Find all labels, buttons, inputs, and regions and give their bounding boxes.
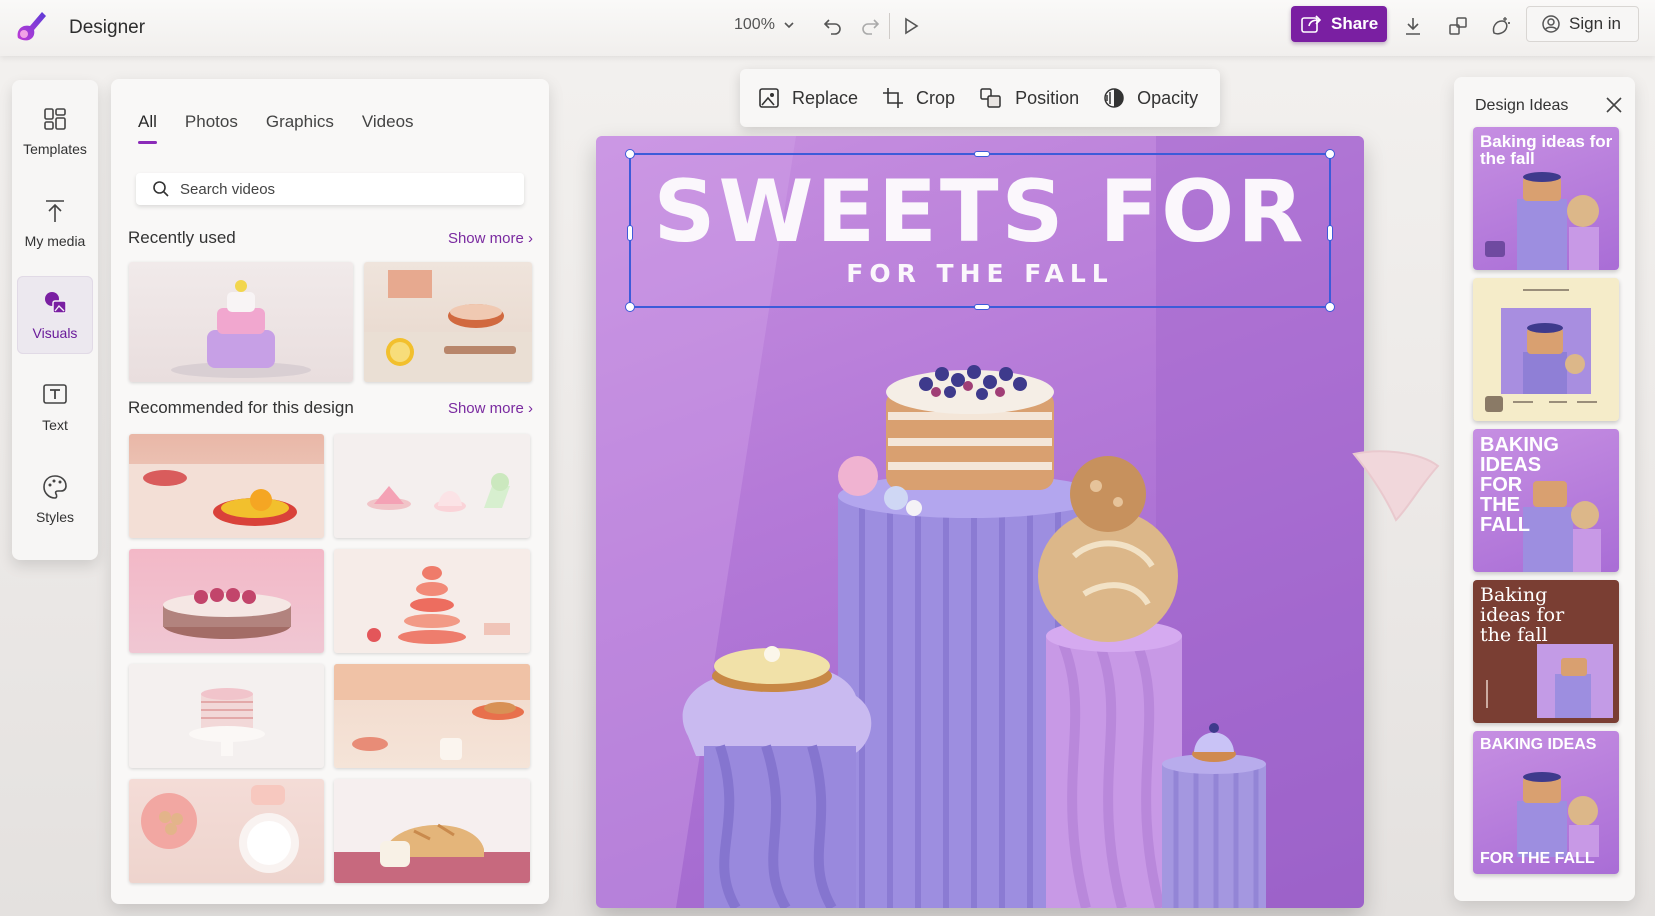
- zoom-value: 100%: [734, 16, 775, 33]
- resize-handle-top-right[interactable]: [1325, 149, 1335, 159]
- recommended-thumb-croissant[interactable]: [334, 664, 530, 768]
- chevron-down-icon: [784, 22, 794, 29]
- play-icon[interactable]: [898, 13, 924, 39]
- redo-icon[interactable]: [857, 13, 883, 39]
- recommended-thumb-layer-cake[interactable]: [129, 664, 324, 768]
- design-ideas-panel: Design Ideas Baking ideas for the fall B…: [1454, 77, 1635, 901]
- rail-item-my-media[interactable]: My media: [17, 184, 93, 262]
- recent-thumb-kitchen[interactable]: [364, 262, 532, 382]
- recent-thumb-cake[interactable]: [129, 262, 353, 382]
- magic-icon[interactable]: [1488, 13, 1514, 39]
- design-idea-card-1[interactable]: Baking ideas for the fall: [1473, 127, 1619, 270]
- design-idea-card-4[interactable]: Baking ideas for the fall: [1473, 580, 1619, 723]
- rail-label-text: Text: [42, 417, 68, 433]
- resize-handle-bottom-right[interactable]: [1325, 302, 1335, 312]
- search-icon: [153, 181, 169, 197]
- rail-label-my-media: My media: [24, 233, 86, 249]
- opacity-label: Opacity: [1137, 87, 1199, 108]
- image-context-toolbar: Replace Crop Position Opacity: [740, 69, 1220, 127]
- resize-handle-left[interactable]: [627, 225, 633, 241]
- design-idea-card-3[interactable]: BAKING IDEAS FOR THE FALL: [1473, 429, 1619, 572]
- image-replace-icon: [759, 88, 779, 108]
- show-more-label: Show more: [447, 399, 524, 417]
- resize-handle-top-left[interactable]: [625, 149, 635, 159]
- top-bar: Designer 100% Share Sign in: [0, 0, 1655, 56]
- recommended-header: Recommended for this design Show more ›: [128, 398, 533, 418]
- design-idea-card-2[interactable]: [1473, 278, 1619, 421]
- search-input[interactable]: [180, 180, 500, 198]
- tab-graphics[interactable]: Graphics: [266, 112, 334, 144]
- sign-in-button[interactable]: Sign in: [1526, 6, 1639, 42]
- search-box: [136, 173, 524, 205]
- recent-show-more-link[interactable]: Show more ›: [448, 230, 533, 247]
- share-label: Share: [1331, 14, 1379, 33]
- crop-label: Crop: [916, 87, 956, 108]
- recommended-thumb-macarons[interactable]: [334, 549, 530, 653]
- crop-button[interactable]: Crop: [882, 87, 955, 109]
- visuals-panel: All Photos Graphics Videos Recently used…: [111, 79, 549, 904]
- left-rail: Templates My media Visuals Text Styles: [12, 80, 98, 560]
- opacity-button[interactable]: Opacity: [1103, 87, 1198, 109]
- position-icon: [980, 88, 1001, 108]
- account-icon: [1542, 15, 1560, 33]
- rail-label-templates: Templates: [23, 141, 87, 157]
- opacity-icon: [1104, 88, 1124, 108]
- undo-icon[interactable]: [820, 13, 846, 39]
- share-button[interactable]: Share: [1291, 6, 1387, 42]
- resize-handle-bottom-left[interactable]: [625, 302, 635, 312]
- idea-3-text: BAKING IDEAS FOR THE FALL: [1480, 434, 1559, 536]
- recent-title: Recently used: [128, 228, 236, 247]
- position-label: Position: [1015, 87, 1080, 108]
- rail-label-visuals: Visuals: [32, 325, 78, 341]
- rail-item-styles[interactable]: Styles: [17, 460, 93, 538]
- recommended-thumb-bread[interactable]: [334, 779, 530, 883]
- tab-all[interactable]: All: [138, 112, 157, 144]
- toolbar-divider: [889, 13, 890, 39]
- design-idea-card-5[interactable]: BAKING IDEAS FOR THE FALL: [1473, 731, 1619, 874]
- resize-icon[interactable]: [1445, 13, 1471, 39]
- design-ideas-title: Design Ideas: [1475, 97, 1569, 114]
- download-icon[interactable]: [1400, 13, 1426, 39]
- recommended-show-more-link[interactable]: Show more ›: [448, 400, 533, 417]
- rail-label-styles: Styles: [35, 509, 75, 525]
- recommended-thumb-eggs[interactable]: [129, 779, 324, 883]
- recommended-thumb-plates[interactable]: [129, 434, 324, 538]
- resize-handle-bottom[interactable]: [974, 304, 990, 310]
- templates-icon: [44, 108, 66, 130]
- resize-handle-top[interactable]: [974, 151, 990, 157]
- visuals-icon: [45, 292, 67, 314]
- tab-videos[interactable]: Videos: [362, 112, 414, 144]
- recommended-title: Recommended for this design: [128, 398, 354, 417]
- sign-in-label: Sign in: [1569, 14, 1621, 33]
- media-tabs: All Photos Graphics Videos: [138, 112, 414, 144]
- upload-icon: [46, 200, 64, 222]
- text-icon: [43, 384, 67, 404]
- show-more-label: Show more: [447, 229, 524, 247]
- idea-4-text: Baking ideas for the fall: [1480, 584, 1565, 646]
- rail-item-templates[interactable]: Templates: [17, 92, 93, 170]
- recent-header: Recently used Show more ›: [128, 228, 533, 248]
- recommended-thumb-desserts[interactable]: [334, 434, 530, 538]
- recommended-thumb-cake-pink[interactable]: [129, 549, 324, 653]
- rail-item-text[interactable]: Text: [17, 368, 93, 446]
- zoom-dropdown[interactable]: 100%: [734, 16, 795, 34]
- floating-triangle-shape: [1352, 450, 1440, 522]
- crop-icon: [883, 88, 904, 108]
- share-icon: [1301, 15, 1322, 33]
- tab-photos[interactable]: Photos: [185, 112, 238, 144]
- idea-1-text: Baking ideas for the fall: [1480, 132, 1613, 168]
- close-icon[interactable]: [1603, 94, 1625, 116]
- replace-label: Replace: [792, 87, 859, 108]
- position-button[interactable]: Position: [979, 87, 1079, 109]
- designer-logo-icon[interactable]: [10, 8, 50, 48]
- idea-5-text-top: BAKING IDEAS: [1480, 736, 1597, 753]
- design-canvas[interactable]: SWEETS FOR FOR THE FALL: [596, 136, 1364, 908]
- palette-icon: [43, 475, 67, 499]
- resize-handle-right[interactable]: [1327, 225, 1333, 241]
- idea-5-text-bottom: FOR THE FALL: [1480, 850, 1595, 867]
- replace-button[interactable]: Replace: [758, 87, 858, 109]
- text-selection-box[interactable]: [625, 149, 1335, 312]
- rail-item-visuals[interactable]: Visuals: [17, 276, 93, 354]
- app-title: Designer: [69, 17, 146, 38]
